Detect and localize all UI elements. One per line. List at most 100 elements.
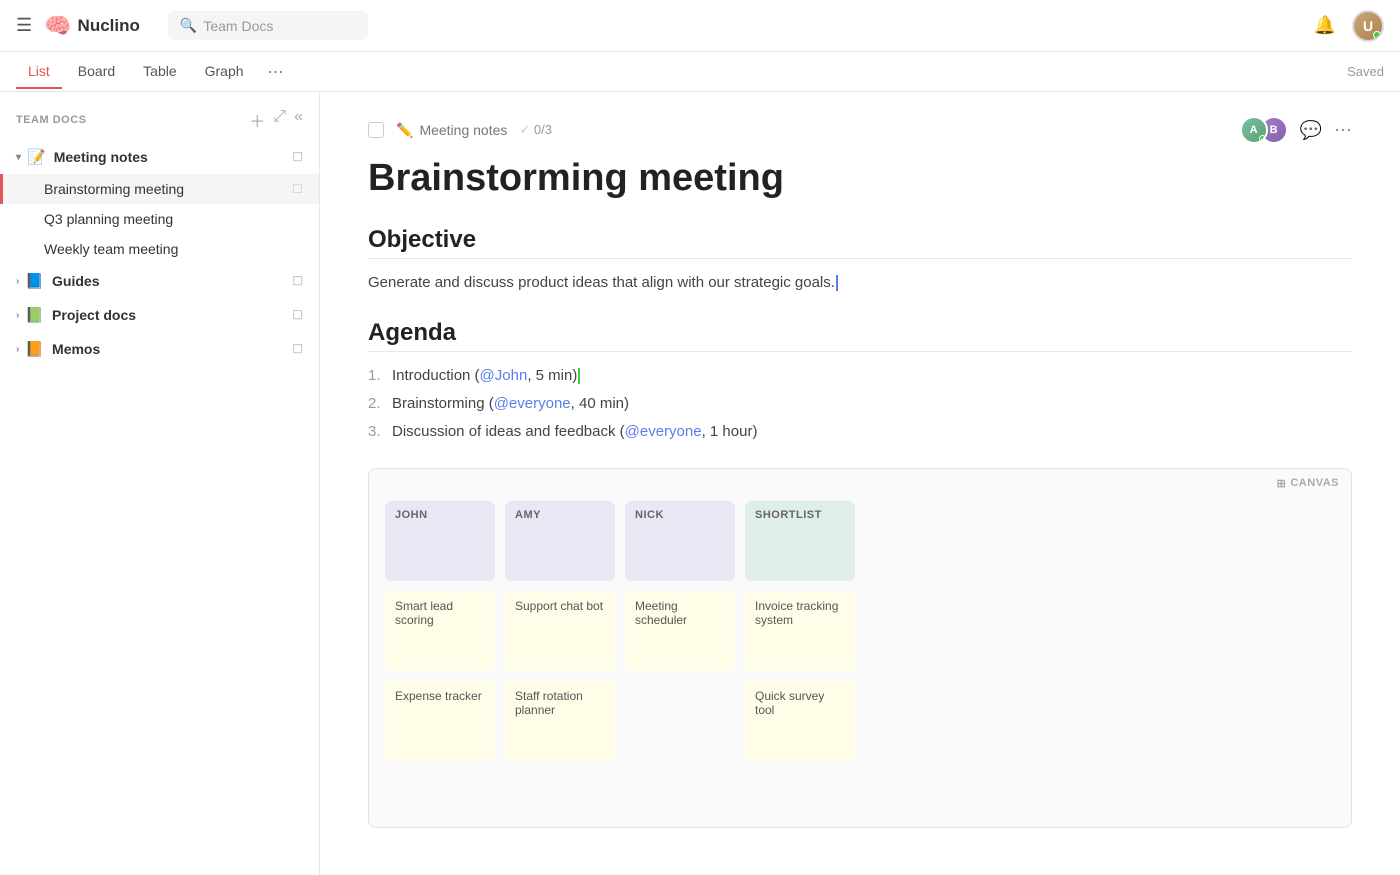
mention-everyone-2: @everyone [625,423,702,440]
mention-everyone-1: @everyone [494,395,571,412]
canvas-card-invoice-tracking[interactable]: Invoice tracking system [745,591,855,671]
bell-icon[interactable]: 🔔 [1314,15,1336,36]
search-bar[interactable]: 🔍 Team Docs [168,11,368,40]
progress-check-icon: ✓ [519,122,530,137]
sidebar-group-label: Memos [52,341,292,357]
section-heading-objective: Objective [368,226,1352,259]
sidebar-group-meeting-notes[interactable]: ▾ 📝 Meeting notes ☐ [0,140,319,174]
comment-icon[interactable]: 💬 [1300,120,1322,141]
hamburger-icon[interactable]: ☰ [16,15,32,36]
section-heading-agenda: Agenda [368,319,1352,352]
chevron-down-icon: ▾ [16,152,21,163]
avatar-online-indicator [1373,31,1381,39]
agenda-item-3: Discussion of ideas and feedback (@every… [368,420,1352,444]
nav-more-icon[interactable]: ⋯ [268,62,284,82]
canvas-col-shortlist: SHORTLIST [745,501,855,581]
canvas-label-text: CANVAS [1290,477,1339,489]
logo-text: Nuclino [78,16,140,36]
more-options-icon[interactable]: ⋯ [1334,120,1352,141]
sidebar-title: TEAM DOCS [16,114,241,126]
doc-checkbox[interactable] [368,122,384,138]
sidebar-item-brainstorming[interactable]: Brainstorming meeting ☐ [0,174,319,204]
sidebar-group-guides[interactable]: › 📘 Guides ☐ [0,264,319,298]
search-input-placeholder: Team Docs [203,18,273,34]
sidebar-collapse-icon[interactable]: « [294,108,303,132]
logo-icon: 🧠 [44,13,71,39]
avatars-group: A B [1240,116,1288,144]
doc-header: ✏️ Meeting notes ✓ 0/3 [368,122,552,139]
canvas-grid: JOHN AMY NICK SHORTLIST Smart lead scori… [385,485,1335,761]
folder-icon: 📘 [25,272,44,290]
sidebar-actions: ＋ ⤢ « [249,108,303,132]
canvas-icon: ⊞ [1277,477,1287,490]
sidebar-item-label: Brainstorming meeting [44,181,292,197]
canvas-card-smart-lead[interactable]: Smart lead scoring [385,591,495,671]
sidebar-item-weekly[interactable]: Weekly team meeting [0,234,319,264]
tab-list[interactable]: List [16,55,62,89]
canvas-label: ⊞ CANVAS [1277,477,1339,490]
section-content-objective[interactable]: Generate and discuss product ideas that … [368,271,1352,295]
sidebar-item-q3[interactable]: Q3 planning meeting [0,204,319,234]
topbar-right: 🔔 U [1314,10,1384,42]
agenda-list: Introduction (@John, 5 min) Brainstormin… [368,364,1352,444]
cursor-green [578,368,580,384]
canvas-col-john: JOHN [385,501,495,581]
canvas-col-nick: NICK [625,501,735,581]
mention-john: @John [480,367,528,384]
chevron-right-icon: › [16,276,19,287]
sidebar-header: TEAM DOCS ＋ ⤢ « [0,92,319,140]
nav-tabs: List Board Table Graph ⋯ Saved [0,52,1400,92]
logo: 🧠 Nuclino [44,13,140,39]
saved-status: Saved [1347,64,1384,79]
tab-table[interactable]: Table [131,55,188,89]
text-cursor [836,275,838,291]
sidebar: TEAM DOCS ＋ ⤢ « ▾ 📝 Meeting notes ☐ Brai… [0,92,320,875]
canvas-card-meeting-scheduler[interactable]: Meeting scheduler [625,591,735,671]
folder-icon: 📗 [25,306,44,324]
document-title: Brainstorming meeting [368,156,1352,202]
sidebar-group-project-docs[interactable]: › 📗 Project docs ☐ [0,298,319,332]
canvas-card-expense-tracker[interactable]: Expense tracker [385,681,495,761]
sidebar-item-check: ☐ [292,182,303,196]
sidebar-group-check: ☐ [292,274,303,288]
main-layout: TEAM DOCS ＋ ⤢ « ▾ 📝 Meeting notes ☐ Brai… [0,92,1400,875]
sidebar-add-icon[interactable]: ＋ [249,108,265,132]
folder-icon: 📝 [27,148,46,166]
sidebar-group-label: Meeting notes [54,149,293,165]
canvas-container: ⊞ CANVAS JOHN AMY NICK SHORTLIST Smart l… [368,468,1352,828]
sidebar-group-check: ☐ [292,342,303,356]
sidebar-group-memos[interactable]: › 📙 Memos ☐ [0,332,319,366]
sidebar-item-label: Weekly team meeting [44,241,303,257]
chevron-right-icon: › [16,344,19,355]
doc-progress: ✓ 0/3 [519,122,552,138]
avatar-user1: A [1240,116,1268,144]
header-icons: A B 💬 ⋯ [1240,116,1352,144]
topbar-left: ☰ 🧠 Nuclino 🔍 Team Docs [16,11,368,40]
folder-icon: 📙 [25,340,44,358]
pencil-icon: ✏️ [396,122,413,139]
canvas-card-support-chat[interactable]: Support chat bot [505,591,615,671]
doc-breadcrumb: ✏️ Meeting notes [396,122,507,139]
breadcrumb-text: Meeting notes [419,122,507,138]
sidebar-expand-icon[interactable]: ⤢ [273,108,286,132]
chevron-right-icon: › [16,310,19,321]
canvas-col-amy: AMY [505,501,615,581]
canvas-card-empty [625,681,735,761]
sidebar-group-label: Project docs [52,307,292,323]
progress-text: 0/3 [534,122,552,137]
agenda-item-2: Brainstorming (@everyone, 40 min) [368,392,1352,416]
sidebar-item-label: Q3 planning meeting [44,211,303,227]
canvas-card-staff-rotation[interactable]: Staff rotation planner [505,681,615,761]
search-icon: 🔍 [180,17,197,34]
sidebar-group-check: ☐ [292,150,303,164]
agenda-item-1: Introduction (@John, 5 min) [368,364,1352,388]
user-avatar[interactable]: U [1352,10,1384,42]
tab-graph[interactable]: Graph [193,55,256,89]
tab-board[interactable]: Board [66,55,127,89]
document-content: ✏️ Meeting notes ✓ 0/3 A B 💬 ⋯ [320,92,1400,875]
topbar: ☰ 🧠 Nuclino 🔍 Team Docs 🔔 U [0,0,1400,52]
canvas-card-quick-survey[interactable]: Quick survey tool [745,681,855,761]
sidebar-group-check: ☐ [292,308,303,322]
online-dot [1259,135,1266,142]
sidebar-group-label: Guides [52,273,292,289]
